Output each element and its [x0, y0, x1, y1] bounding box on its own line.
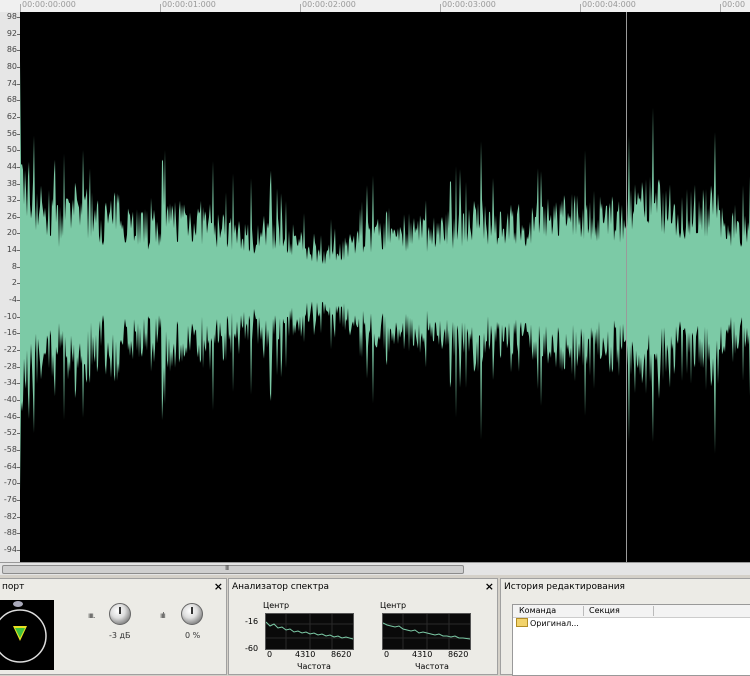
spectrum-graph-left	[265, 613, 354, 650]
scale-label: 56	[6, 128, 17, 138]
spectrum-x-label: Частота	[297, 662, 331, 671]
stereo-radar-graphic	[0, 609, 47, 663]
edit-history-panel: История редактирования Команда Секция Ор…	[500, 578, 750, 676]
column-divider[interactable]	[583, 606, 584, 616]
column-divider[interactable]	[653, 606, 654, 616]
scrollbar-grip-icon: III	[225, 564, 229, 572]
spectrum-y-tick: -60	[245, 644, 259, 653]
scale-label: -22	[3, 345, 17, 354]
ruler-label: 00:00:01:000	[162, 0, 216, 9]
spectrum-x-tick: 0	[384, 650, 390, 659]
spectrum-x-tick: 8620	[331, 650, 352, 659]
spectrum-analyzer-panel: Анализатор спектра × Центр -16 -60 0 431…	[228, 578, 498, 675]
panel-title: порт	[2, 582, 25, 592]
scale-label: -4	[9, 295, 17, 305]
spectrum-graph-right	[382, 613, 471, 650]
scale-label: 86	[6, 45, 17, 55]
ruler-label: 00:00:00:000	[22, 0, 76, 9]
spectrum-trace-left	[265, 614, 354, 649]
panel-title: Анализатор спектра	[232, 582, 330, 592]
pan-knob[interactable]	[181, 603, 203, 625]
scale-label: 38	[6, 178, 17, 188]
spectrum-x-tick: 4310	[295, 650, 316, 659]
spectrum-x-tick: 4310	[412, 650, 433, 659]
close-icon[interactable]: ×	[214, 580, 223, 593]
scale-label: 20	[6, 228, 17, 238]
scale-label: 62	[6, 111, 17, 121]
scale-label: -94	[3, 544, 17, 554]
scale-label: 50	[6, 145, 17, 155]
scale-label: -34	[3, 378, 17, 388]
scale-label: -46	[3, 411, 17, 421]
column-header-command[interactable]: Команда	[519, 606, 556, 615]
ruler-label: 00:00:02:000	[302, 0, 356, 9]
ruler-label: 00:00:03:000	[442, 0, 496, 9]
ruler-tick	[160, 4, 161, 12]
scale-label: -10	[3, 311, 17, 321]
amplitude-scale: 98 92 86 80 74 68 62 56 50 44 38 32 26 20 14 8 2 -4 -10 -16…	[0, 12, 21, 562]
spectrum-center-label: Центр	[380, 601, 407, 610]
ruler-tick	[300, 4, 301, 12]
scale-label: -52	[3, 428, 17, 438]
scale-label: 26	[6, 211, 17, 221]
column-header-section[interactable]: Секция	[589, 606, 620, 615]
scale-label: 32	[6, 195, 17, 205]
transport-panel: порт × ıııı. -3 дБ ıılı 0 %	[0, 578, 227, 675]
volume-knob[interactable]	[109, 603, 131, 625]
scale-label: 44	[6, 161, 17, 171]
ruler-tick	[720, 4, 721, 12]
scrollbar-thumb[interactable]: III	[2, 564, 464, 574]
scale-label: 14	[6, 245, 17, 255]
close-icon[interactable]: ×	[485, 580, 494, 593]
scale-label: -28	[3, 361, 17, 371]
scale-label: 80	[6, 61, 17, 71]
scale-label: -76	[3, 494, 17, 504]
scale-label: -16	[3, 328, 17, 338]
spectrum-x-label: Частота	[415, 662, 449, 671]
spectrum-x-tick: 0	[267, 650, 273, 659]
scale-label: 68	[6, 95, 17, 105]
pan-indicator-icon	[13, 601, 23, 607]
scale-label: -58	[3, 444, 17, 454]
volume-knob-label: -3 дБ	[109, 631, 131, 640]
scale-label: 74	[6, 78, 17, 88]
scale-label: 98	[6, 12, 17, 21]
history-list[interactable]: Команда Секция Оригинал...	[512, 604, 750, 676]
waveform-view[interactable]	[20, 12, 750, 562]
waveform-graph	[20, 61, 750, 491]
scale-label: -82	[3, 511, 17, 521]
scale-label: -64	[3, 461, 17, 471]
volume-bars-icon: ıııı.	[88, 611, 96, 620]
scale-label: -70	[3, 478, 17, 488]
pan-bars-icon: ıılı	[160, 611, 166, 620]
ruler-tick	[440, 4, 441, 12]
pan-knob-label: 0 %	[185, 631, 201, 640]
ruler-label: 00:00:04:000	[582, 0, 636, 9]
ruler-tick	[20, 4, 21, 12]
ruler-tick	[580, 4, 581, 12]
history-row[interactable]: Оригинал...	[516, 618, 579, 628]
ruler-label: 00:00	[722, 0, 746, 9]
spectrum-x-tick: 8620	[448, 650, 469, 659]
history-header: Команда Секция	[513, 605, 750, 618]
scale-label: -40	[3, 394, 17, 404]
spectrum-trace-right	[382, 614, 471, 649]
history-command: Оригинал...	[530, 619, 579, 628]
spectrum-y-tick: -16	[245, 617, 259, 626]
panel-title: История редактирования	[504, 582, 625, 592]
waveform-shape	[20, 61, 750, 491]
spectrum-center-label: Центр	[263, 601, 290, 610]
stereo-radar-display	[0, 600, 54, 670]
scale-label: 92	[6, 28, 17, 38]
horizontal-scrollbar[interactable]: III	[0, 562, 750, 575]
playhead-cursor[interactable]	[626, 12, 627, 562]
scale-label: -88	[3, 528, 17, 538]
folder-icon	[516, 618, 528, 627]
